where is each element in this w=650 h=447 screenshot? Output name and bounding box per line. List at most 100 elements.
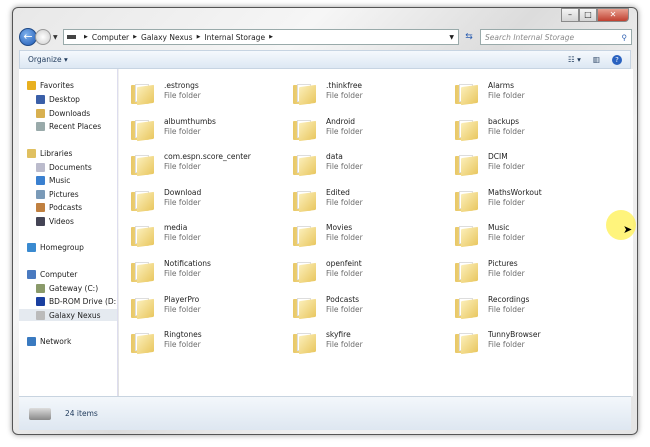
- folder-type: File folder: [326, 91, 363, 100]
- folder-type: File folder: [164, 162, 201, 172]
- folder-item[interactable]: backups File folder: [455, 117, 525, 141]
- folder-item[interactable]: Pictures File folder: [455, 259, 525, 284]
- navigation-buttons: ← ▼: [19, 28, 58, 46]
- drive-icon: [36, 283, 45, 293]
- chevron-right-icon[interactable]: ▶: [269, 34, 273, 40]
- sidebar-item-music[interactable]: Music: [36, 174, 70, 186]
- folder-icon: [131, 260, 155, 284]
- folder-item[interactable]: Music File folder: [455, 223, 525, 248]
- folder-item[interactable]: Podcasts File folder: [293, 294, 363, 319]
- documents-icon: [36, 162, 45, 172]
- folder-item[interactable]: TunnyBrowser File folder: [455, 330, 541, 355]
- chevron-right-icon[interactable]: ▶: [84, 34, 88, 40]
- sidebar-item-gateway-c[interactable]: Gateway (C:): [36, 282, 98, 294]
- search-icon[interactable]: ⚲: [622, 33, 628, 42]
- sidebar-item-galaxy-nexus[interactable]: Galaxy Nexus: [19, 309, 117, 321]
- minimize-button[interactable]: –: [561, 8, 579, 22]
- window-controls: – □ ✕: [561, 8, 629, 22]
- folder-type: File folder: [488, 233, 525, 243]
- folder-item[interactable]: data File folder: [293, 152, 363, 177]
- folder-item[interactable]: Ringtones File folder: [131, 330, 202, 355]
- mouse-cursor-icon: ➤: [623, 223, 633, 236]
- folder-icon: [455, 331, 479, 355]
- folder-type: File folder: [326, 233, 363, 243]
- folder-type: File folder: [488, 304, 525, 314]
- help-icon[interactable]: ?: [612, 54, 622, 65]
- folder-icon: [455, 260, 479, 284]
- folder-type: File folder: [326, 197, 363, 207]
- sidebar-item-podcasts[interactable]: Podcasts: [36, 201, 82, 213]
- folder-icon: [293, 260, 317, 284]
- folder-type: File folder: [326, 340, 363, 350]
- breadcrumb-internal-storage[interactable]: Internal Storage: [204, 33, 265, 42]
- search-input[interactable]: Search Internal Storage ⚲: [480, 29, 632, 45]
- homegroup-icon: [27, 242, 36, 252]
- address-bar[interactable]: ▶ Computer ▶ Galaxy Nexus ▶ Internal Sto…: [63, 29, 459, 45]
- folder-item[interactable]: Edited File folder: [293, 188, 363, 212]
- preview-pane-icon[interactable]: ▥: [593, 55, 600, 64]
- sidebar-item-label: Documents: [49, 162, 92, 172]
- folder-type: File folder: [488, 91, 525, 100]
- recent-pages-dropdown[interactable]: ▼: [53, 34, 58, 41]
- sidebar-item-label: Music: [49, 175, 71, 185]
- details-pane: 24 items: [19, 396, 631, 430]
- change-view-icon[interactable]: ☷ ▾: [568, 55, 581, 64]
- sidebar-item-network[interactable]: Network: [27, 335, 71, 347]
- folder-item[interactable]: Movies File folder: [293, 223, 363, 248]
- folder-icon: [293, 331, 317, 355]
- sidebar-item-documents[interactable]: Documents: [36, 161, 92, 173]
- folder-item[interactable]: albumthumbs File folder: [131, 117, 216, 141]
- folder-type: File folder: [488, 162, 525, 172]
- refresh-button[interactable]: ⇆: [461, 29, 477, 45]
- folder-name: .estrongs: [164, 81, 199, 90]
- folder-name: Alarms: [488, 81, 514, 90]
- folder-icon: [455, 224, 479, 248]
- breadcrumb-computer[interactable]: Computer: [92, 33, 129, 42]
- folder-name: Movies: [326, 223, 353, 233]
- organize-button[interactable]: Organize ▾: [28, 55, 68, 64]
- device-icon: [29, 407, 51, 420]
- folder-item[interactable]: .thinkfree File folder: [293, 81, 363, 106]
- sidebar-item-libraries[interactable]: Libraries: [27, 147, 72, 159]
- close-button[interactable]: ✕: [597, 8, 629, 22]
- breadcrumb-galaxy-nexus[interactable]: Galaxy Nexus: [141, 33, 193, 42]
- sidebar-item-homegroup[interactable]: Homegroup: [27, 241, 84, 253]
- folder-item[interactable]: skyfire File folder: [293, 330, 363, 355]
- sidebar-item-desktop[interactable]: Desktop: [36, 93, 80, 105]
- chevron-right-icon[interactable]: ▶: [133, 34, 137, 40]
- folder-item[interactable]: PlayerPro File folder: [131, 295, 201, 319]
- sidebar-item-computer[interactable]: Computer: [27, 268, 77, 280]
- folder-item[interactable]: DCIM File folder: [455, 152, 525, 177]
- maximize-button[interactable]: □: [579, 8, 597, 22]
- folder-name: .thinkfree: [326, 81, 363, 90]
- podcasts-icon: [36, 202, 45, 212]
- folder-name: Notifications: [164, 259, 211, 268]
- folder-name: Podcasts: [326, 294, 360, 304]
- folder-item[interactable]: Alarms File folder: [455, 81, 525, 106]
- forward-button[interactable]: [35, 29, 51, 45]
- star-icon: [27, 80, 36, 90]
- folder-item[interactable]: MathsWorkout File folder: [455, 188, 542, 212]
- sidebar-item-bd-rom-drive-d-e[interactable]: BD-ROM Drive (D:) E: [36, 295, 117, 307]
- folder-item[interactable]: openfeint File folder: [293, 259, 363, 284]
- sidebar-item-favorites[interactable]: Favorites: [27, 79, 74, 91]
- sidebar-item-label: Pictures: [49, 189, 79, 199]
- sidebar-item-recent-places[interactable]: Recent Places: [36, 120, 101, 132]
- folder-item[interactable]: Android File folder: [293, 117, 363, 141]
- folder-item[interactable]: Notifications File folder: [131, 259, 211, 284]
- folder-icon: [131, 331, 155, 355]
- chevron-right-icon[interactable]: ▶: [197, 34, 201, 40]
- music-icon: [36, 175, 45, 185]
- folder-item[interactable]: Recordings File folder: [455, 295, 529, 319]
- address-dropdown-icon[interactable]: ▼: [449, 34, 454, 41]
- folder-item[interactable]: Download File folder: [131, 188, 201, 212]
- folder-type: File folder: [164, 91, 201, 100]
- sidebar-item-downloads[interactable]: Downloads: [36, 107, 90, 119]
- sidebar-item-pictures[interactable]: Pictures: [36, 188, 79, 200]
- folder-type: File folder: [164, 197, 201, 207]
- folder-item[interactable]: media File folder: [131, 223, 201, 248]
- folder-item[interactable]: .estrongs File folder: [131, 81, 201, 106]
- sidebar-item-videos[interactable]: Videos: [36, 215, 74, 227]
- navigation-pane: Favorites Desktop Downloads Recent Places Li…: [19, 69, 118, 396]
- folder-item[interactable]: com.espn.score_center File folder: [131, 152, 251, 177]
